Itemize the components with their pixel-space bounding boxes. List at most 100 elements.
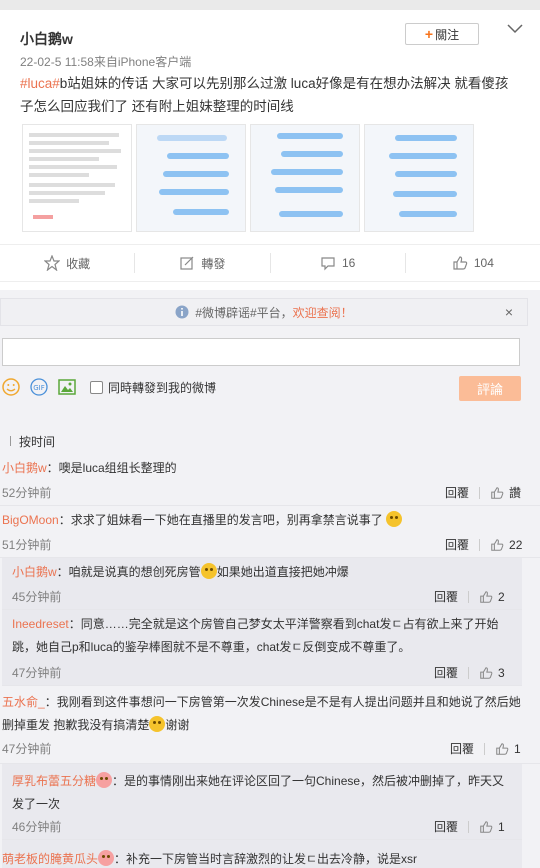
repost-icon bbox=[180, 256, 194, 270]
post-action-bar: 收藏 轉發 16 104 bbox=[0, 244, 540, 282]
badge-icon bbox=[96, 772, 113, 788]
repost-checkbox-label: 同時轉發到我的微博 bbox=[108, 381, 217, 395]
comment-count: 16 bbox=[341, 256, 356, 270]
comment-username[interactable]: 小白鹅w bbox=[12, 565, 57, 579]
thumbs-up-icon[interactable] bbox=[495, 742, 509, 756]
sort-divider bbox=[10, 436, 11, 446]
comment-list: 小白鹅w：噢是luca组组长整理的 52分钟前 回覆 讚 BigOMoon：求求… bbox=[0, 456, 540, 868]
comment-text: ：我刚看到这件事想问一下房管第一次发Chinese是不是有人提出问题并且和她说了… bbox=[2, 695, 521, 732]
info-icon bbox=[175, 305, 189, 319]
top-strip bbox=[0, 0, 540, 10]
post-username[interactable]: 小白鹅w bbox=[20, 29, 73, 49]
comment-time: 46分钟前 bbox=[12, 820, 62, 834]
comment-like-count: 22 bbox=[509, 537, 523, 552]
star-icon bbox=[44, 255, 61, 271]
follow-button[interactable]: + 關注 bbox=[405, 23, 479, 45]
comment-like-count: 2 bbox=[498, 589, 505, 604]
comment-ops: 回覆 22 bbox=[445, 536, 522, 553]
comment-button[interactable]: 16 bbox=[271, 253, 406, 273]
emoji-icon[interactable] bbox=[2, 378, 20, 396]
comment-ops: 回覆 1 bbox=[434, 818, 505, 835]
comment-section: #微博辟谣#平台， 欢迎查阅！ × GIF 同時轉發到我的微博 評論 按时间 小白… bbox=[0, 290, 540, 868]
image-icon[interactable] bbox=[58, 378, 76, 396]
reply-button[interactable]: 回覆 bbox=[434, 664, 458, 681]
comment-item: BigOMoon：求求了姐妹看一下她在直播里的发言吧，别再拿禁言说事了 51分钟… bbox=[0, 506, 540, 558]
post-meta: 22-02-5 11:58来自iPhone客户端 bbox=[20, 55, 192, 69]
comment-ops: 回覆 1 bbox=[450, 740, 521, 757]
comment-ops: 回覆 3 bbox=[434, 664, 505, 681]
comment-text-continued: 谢谢 bbox=[165, 718, 190, 732]
reply-button[interactable]: 回覆 bbox=[450, 740, 474, 757]
comment-like-count: 1 bbox=[514, 741, 521, 756]
reply-button[interactable]: 回覆 bbox=[434, 818, 458, 835]
composer-toolbar: GIF 同時轉發到我的微博 評論 bbox=[2, 376, 522, 404]
image-thumbnail-1[interactable] bbox=[22, 124, 132, 232]
comment-username[interactable]: 厚乳布蕾五分糖 bbox=[12, 774, 96, 788]
comment-like-count: 讚 bbox=[509, 486, 522, 500]
comment-time: 47分钟前 bbox=[2, 742, 52, 756]
comment-username[interactable]: 五水俞_ bbox=[2, 695, 45, 709]
comment-text: ：补充一下房管当时言辞激烈的让发ㄷ出去冷静，说是xsr bbox=[114, 852, 418, 866]
follow-label: 關注 bbox=[435, 27, 460, 42]
comment-time: 52分钟前 bbox=[2, 486, 52, 500]
submit-comment-button[interactable]: 評論 bbox=[459, 376, 521, 401]
comment-item: 五水俞_：我刚看到这件事想问一下房管第一次发Chinese是不是有人提出问题并且… bbox=[0, 686, 540, 764]
like-button[interactable]: 104 bbox=[406, 253, 540, 273]
plus-icon: + bbox=[424, 26, 434, 42]
sort-bar: 按时间 bbox=[2, 428, 522, 454]
repost-checkbox[interactable]: 同時轉發到我的微博 bbox=[90, 379, 216, 396]
sort-by-time[interactable]: 按时间 bbox=[19, 433, 55, 450]
thumbs-up-icon[interactable] bbox=[479, 820, 493, 834]
rumor-notice-banner: #微博辟谣#平台， 欢迎查阅！ × bbox=[0, 298, 528, 326]
comment-icon bbox=[321, 257, 335, 271]
comment-ops: 回覆 讚 bbox=[445, 484, 521, 501]
close-icon[interactable]: × bbox=[505, 304, 513, 320]
thumbs-up-icon[interactable] bbox=[490, 538, 504, 552]
comment-username[interactable]: 小白鹅w bbox=[2, 461, 47, 475]
comment-ops: 回覆 2 bbox=[434, 588, 505, 605]
comment-username[interactable]: Ineedreset bbox=[12, 617, 69, 631]
repost-label: 轉發 bbox=[201, 256, 226, 271]
svg-text:GIF: GIF bbox=[33, 384, 45, 392]
comment-text: ：求求了姐妹看一下她在直播里的发言吧，别再拿禁言说事了 bbox=[58, 513, 383, 527]
gif-icon[interactable]: GIF bbox=[30, 378, 48, 396]
image-thumbnail-3[interactable] bbox=[250, 124, 360, 232]
favorite-label: 收藏 bbox=[66, 256, 91, 271]
crying-emoji-icon bbox=[386, 511, 403, 527]
comment-item: 小白鹅w：噢是luca组组长整理的 52分钟前 回覆 讚 bbox=[0, 456, 540, 506]
comment-time: 47分钟前 bbox=[12, 666, 62, 680]
comment-input[interactable] bbox=[2, 338, 520, 366]
comment-username[interactable]: 萌老板的腌黄瓜头 bbox=[2, 852, 98, 866]
image-thumbnail-4[interactable] bbox=[364, 124, 474, 232]
reply-button[interactable]: 回覆 bbox=[445, 484, 469, 501]
notice-welcome[interactable]: 欢迎查阅！ bbox=[293, 304, 353, 321]
post-body: b站姐妹的传话 大家可以先别那么过激 luca好像是有在想办法解决 就看傻孩子怎… bbox=[20, 76, 509, 114]
comment-username[interactable]: BigOMoon bbox=[2, 513, 59, 527]
post-hashtag[interactable]: #luca# bbox=[20, 76, 60, 91]
comment-text: ：噢是luca组组长整理的 bbox=[46, 461, 177, 475]
repost-button[interactable]: 轉發 bbox=[135, 253, 271, 273]
comment-text-continued: 如果她出道直接把她冲爆 bbox=[216, 565, 349, 579]
chevron-down-icon[interactable] bbox=[506, 22, 524, 36]
checkbox-box[interactable] bbox=[90, 381, 103, 394]
like-count: 104 bbox=[473, 256, 494, 270]
image-gallery bbox=[22, 124, 540, 234]
reply-button[interactable]: 回覆 bbox=[445, 536, 469, 553]
image-thumbnail-2[interactable] bbox=[136, 124, 246, 232]
post-text: #luca#b站姐妹的传话 大家可以先别那么过激 luca好像是有在想办法解决 … bbox=[20, 72, 520, 118]
notice-prefix[interactable]: #微博辟谣#平台， bbox=[195, 304, 292, 321]
emoji-icon bbox=[149, 716, 166, 732]
badge-icon bbox=[98, 850, 115, 866]
comment-like-count: 3 bbox=[498, 665, 505, 680]
comment-time: 51分钟前 bbox=[2, 538, 52, 552]
favorite-button[interactable]: 收藏 bbox=[0, 253, 136, 273]
reply-button[interactable]: 回覆 bbox=[434, 588, 458, 605]
thumbs-up-icon[interactable] bbox=[479, 666, 493, 680]
emoji-icon bbox=[200, 563, 217, 579]
comment-like-count: 1 bbox=[498, 819, 505, 834]
sub-comment-item: Ineedreset：同意……完全就是这个房管自己梦女太平洋警察看到chat发ㄷ… bbox=[2, 610, 522, 686]
thumbs-up-icon[interactable] bbox=[490, 486, 504, 500]
sub-comment-item: 萌老板的腌黄瓜头 ：补充一下房管当时言辞激烈的让发ㄷ出去冷静，说是xsr bbox=[2, 840, 522, 868]
comment-text: ：咱就是说真的想创死房管 bbox=[56, 565, 201, 579]
thumbs-up-icon[interactable] bbox=[479, 590, 493, 604]
